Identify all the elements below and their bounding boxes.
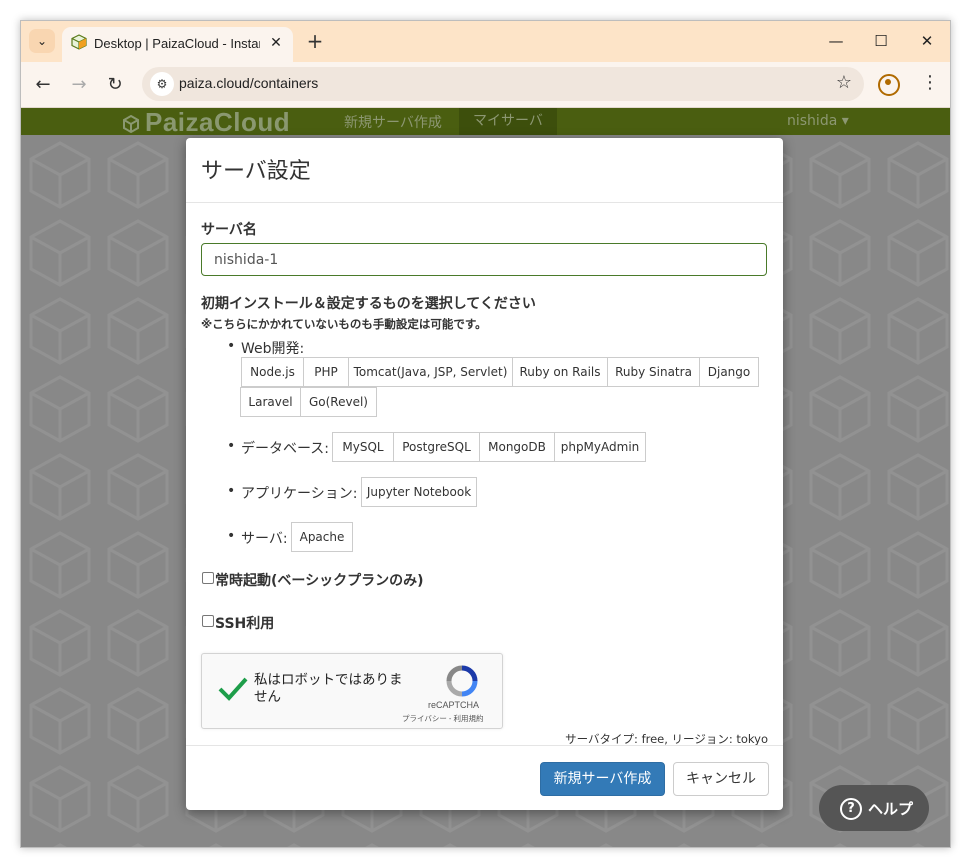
bookmark-star-icon[interactable]: ☆ xyxy=(836,72,852,93)
recaptcha-text: 私はロボットではありません xyxy=(254,672,403,705)
option-mysql[interactable]: MySQL xyxy=(332,432,394,462)
install-note: ※こちらにかかれていないものも手動設定は可能です。 xyxy=(201,317,487,331)
always-on-checkbox[interactable] xyxy=(202,572,214,584)
option-laravel[interactable]: Laravel xyxy=(240,387,301,417)
paizacloud-logo[interactable]: PaizaCloud xyxy=(123,108,290,138)
cancel-button[interactable]: キャンセル xyxy=(673,762,769,796)
recaptcha-logo-icon xyxy=(446,665,478,697)
recaptcha-brand: reCAPTCHA xyxy=(428,700,480,710)
url-text[interactable]: paiza.cloud/containers xyxy=(179,75,318,91)
modal-title: サーバ設定 xyxy=(201,159,311,184)
option-django[interactable]: Django xyxy=(699,357,759,387)
server-settings-modal: サーバ設定 サーバ名 初期インストール＆設定するものを選択してください ※こちら… xyxy=(186,138,783,810)
recaptcha-widget: 私はロボットではありません reCAPTCHA プライバシー - 利用規約 xyxy=(201,653,503,729)
category-web-label: Web開発: xyxy=(227,338,304,358)
option-mongodb[interactable]: MongoDB xyxy=(479,432,555,462)
minimize-button[interactable]: — xyxy=(821,29,851,53)
server-name-label: サーバ名 xyxy=(201,222,257,238)
more-menu-icon[interactable]: ⋮ xyxy=(921,73,939,93)
cube-logo-icon xyxy=(123,115,139,133)
always-on-label[interactable]: 常時起動(ベーシックプランのみ) xyxy=(215,570,424,590)
nav-new-server[interactable]: 新規サーバ作成 xyxy=(344,112,442,132)
site-info-icon[interactable]: ⚙ xyxy=(150,72,174,96)
option-phpmyadmin[interactable]: phpMyAdmin xyxy=(554,432,646,462)
category-app-label: アプリケーション: xyxy=(227,483,357,503)
help-label: ヘルプ xyxy=(868,800,914,818)
option-php[interactable]: PHP xyxy=(303,357,349,387)
ssh-checkbox[interactable] xyxy=(202,615,214,627)
option-sinatra[interactable]: Ruby Sinatra xyxy=(607,357,700,387)
brand-text: PaizaCloud xyxy=(145,108,291,137)
tab-strip: ⌄ Desktop | PaizaCloud - Instant L ✕ + —… xyxy=(21,21,950,62)
tab-title: Desktop | PaizaCloud - Instant L xyxy=(94,36,260,51)
option-go-revel[interactable]: Go(Revel) xyxy=(300,387,377,417)
option-nodejs[interactable]: Node.js xyxy=(241,357,304,387)
reload-icon[interactable]: ↻ xyxy=(102,72,128,98)
new-tab-button[interactable]: + xyxy=(304,30,326,52)
create-server-button[interactable]: 新規サーバ作成 xyxy=(540,762,665,796)
browser-toolbar: ← → ↻ ⚙ paiza.cloud/containers ☆ ⋮ xyxy=(21,62,950,108)
option-tomcat[interactable]: Tomcat(Java, JSP, Servlet) xyxy=(348,357,513,387)
chevron-down-icon: ⌄ xyxy=(36,34,48,48)
question-circle-icon: ? xyxy=(840,798,862,820)
option-postgresql[interactable]: PostgreSQL xyxy=(393,432,480,462)
option-jupyter[interactable]: Jupyter Notebook xyxy=(361,477,477,507)
close-window-button[interactable]: ✕ xyxy=(912,29,942,53)
option-apache[interactable]: Apache xyxy=(291,522,353,552)
category-db-label: データベース: xyxy=(227,438,329,458)
server-name-input[interactable] xyxy=(201,243,767,276)
browser-tab[interactable]: Desktop | PaizaCloud - Instant L ✕ xyxy=(62,27,293,62)
site-navbar: PaizaCloud 新規サーバ作成 マイサーバ nishida ▾ xyxy=(21,108,950,138)
user-menu[interactable]: nishida ▾ xyxy=(787,113,849,129)
install-heading: 初期インストール＆設定するものを選択してください xyxy=(201,296,536,312)
recaptcha-links[interactable]: プライバシー - 利用規約 xyxy=(402,713,484,724)
address-bar[interactable]: ⚙ paiza.cloud/containers ☆ xyxy=(142,67,864,101)
profile-icon[interactable] xyxy=(878,74,900,96)
help-button[interactable]: ? ヘルプ xyxy=(819,785,929,831)
nav-my-server[interactable]: マイサーバ xyxy=(459,108,557,135)
option-rails[interactable]: Ruby on Rails xyxy=(512,357,608,387)
tab-search-button[interactable]: ⌄ xyxy=(29,29,55,53)
back-arrow-icon[interactable]: ← xyxy=(30,72,56,98)
forward-arrow-icon[interactable]: → xyxy=(66,72,92,98)
checkmark-icon[interactable] xyxy=(216,672,250,706)
category-server-label: サーバ: xyxy=(227,528,287,548)
tab-close-icon[interactable]: ✕ xyxy=(267,34,285,52)
paizacloud-favicon-icon xyxy=(71,34,87,50)
maximize-button[interactable]: ☐ xyxy=(866,29,896,53)
modal-header: サーバ設定 xyxy=(186,138,783,203)
ssh-label[interactable]: SSH利用 xyxy=(215,613,274,633)
